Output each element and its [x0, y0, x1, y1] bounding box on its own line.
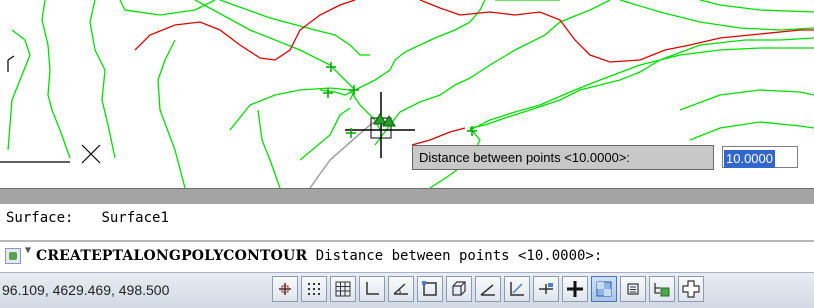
command-prompt: Distance between points <10.0000>:	[307, 248, 603, 264]
quick-properties-icon	[627, 283, 639, 295]
tooltip-prompt: Distance between points <10.0000>:	[419, 150, 631, 165]
3d-object-snap-button[interactable]	[446, 276, 472, 302]
command-window-title-bar[interactable]	[0, 188, 814, 204]
ortho-mode-button[interactable]	[359, 276, 385, 302]
transparency-button[interactable]	[591, 276, 617, 302]
annotation-monitor-button[interactable]	[678, 276, 704, 302]
dynamic-input-icon	[539, 283, 553, 294]
annotation-monitor-icon	[682, 280, 700, 298]
status-toggle-buttons	[272, 276, 704, 304]
snap-mode-icon	[308, 283, 320, 295]
status-bar: 96.109, 4629.469, 498.500	[0, 272, 814, 308]
object-snap-icon	[422, 281, 437, 296]
history-label: Surface:	[6, 210, 74, 226]
command-customize-icon[interactable]	[5, 248, 21, 264]
selection-cycling-button[interactable]	[649, 276, 675, 302]
chevron-down-icon[interactable]: ▼	[25, 245, 31, 256]
3d-object-snap-icon	[452, 281, 466, 296]
dynamic-input-tooltip: Distance between points <10.0000>:	[412, 145, 714, 170]
polar-tracking-button[interactable]	[388, 276, 414, 302]
object-snap-tracking-icon	[480, 284, 495, 296]
quick-properties-button[interactable]	[620, 276, 646, 302]
command-name: CREATEPTALONGPOLYCONTOUR	[36, 248, 308, 264]
object-snap-tracking-button[interactable]	[475, 276, 501, 302]
ortho-icon	[366, 282, 379, 295]
lineweight-icon	[567, 281, 583, 297]
drawing-canvas[interactable]: Distance between points <10.0000>: 10.00…	[0, 0, 814, 188]
polar-tracking-icon	[393, 283, 408, 295]
grid-display-button[interactable]	[330, 276, 356, 302]
grid-icon	[335, 281, 351, 297]
command-history: Surface: Surface1	[0, 204, 814, 240]
coordinate-readout[interactable]: 96.109, 4629.469, 498.500	[2, 282, 169, 298]
dynamic-ucs-icon	[510, 282, 524, 296]
history-value: Surface1	[101, 210, 169, 226]
dynamic-input-value[interactable]: 10.0000	[724, 150, 775, 168]
transparency-icon	[596, 281, 612, 297]
dynamic-ucs-button[interactable]	[504, 276, 530, 302]
lineweight-button[interactable]	[562, 276, 588, 302]
dynamic-input-button[interactable]	[533, 276, 559, 302]
object-snap-button[interactable]	[417, 276, 443, 302]
infer-constraints-button[interactable]	[272, 276, 298, 302]
selection-cycling-icon	[654, 283, 670, 297]
infer-constraints-icon	[279, 283, 291, 295]
dynamic-input-field[interactable]: 10.0000	[722, 146, 798, 168]
command-prompt-text: CREATEPTALONGPOLYCONTOUR Distance betwee…	[36, 248, 602, 264]
snap-mode-button[interactable]	[301, 276, 327, 302]
command-line[interactable]: ▼ CREATEPTALONGPOLYCONTOUR Distance betw…	[0, 242, 814, 272]
